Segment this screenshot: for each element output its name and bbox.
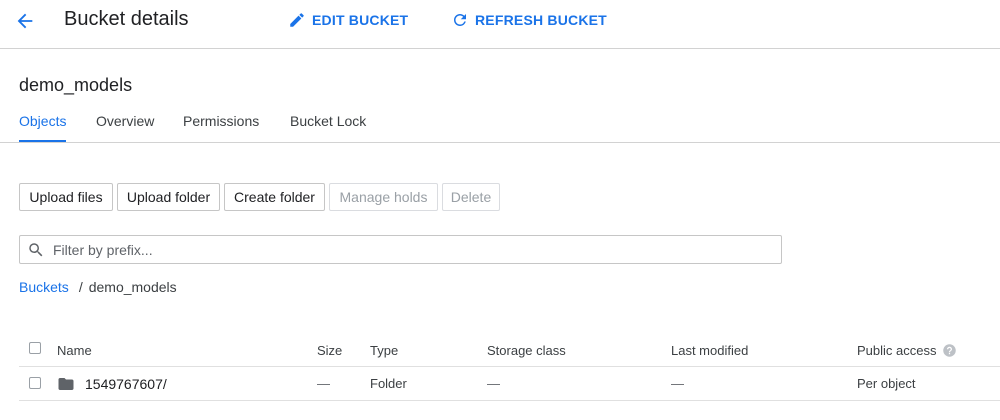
column-header-last-modified[interactable]: Last modified	[671, 343, 748, 358]
refresh-bucket-label: REFRESH BUCKET	[475, 12, 607, 28]
column-header-type[interactable]: Type	[370, 343, 398, 358]
breadcrumb-separator: /	[78, 279, 83, 295]
upload-folder-button[interactable]: Upload folder	[117, 183, 220, 211]
table-header-row: Name Size Type Storage class Last modifi…	[19, 332, 1000, 367]
public-access-cell: Per object	[857, 376, 916, 391]
edit-bucket-button[interactable]: EDIT BUCKET	[288, 10, 408, 30]
folder-icon	[58, 378, 74, 390]
breadcrumb-buckets-link[interactable]: Buckets	[19, 279, 69, 295]
breadcrumb: Buckets / demo_models	[19, 279, 177, 295]
last-modified-cell: —	[671, 376, 684, 391]
page-title: Bucket details	[64, 8, 189, 30]
pencil-icon	[290, 13, 304, 27]
filter-box	[19, 235, 782, 264]
size-cell: —	[317, 376, 330, 391]
delete-button[interactable]: Delete	[442, 183, 500, 211]
type-cell: Folder	[370, 376, 407, 391]
name-cell: 1549767607/	[57, 376, 167, 392]
tab-bucket-lock[interactable]: Bucket Lock	[290, 113, 366, 140]
refresh-icon	[454, 13, 466, 26]
tab-permissions[interactable]: Permissions	[183, 113, 259, 140]
edit-bucket-label: EDIT BUCKET	[312, 12, 409, 28]
top-app-bar: Bucket details EDIT BUCKET REFRESH BUCKE…	[0, 0, 1000, 49]
storage-class-cell: —	[487, 376, 500, 391]
manage-holds-button[interactable]: Manage holds	[329, 183, 438, 211]
row-checkbox[interactable]	[29, 377, 41, 389]
tab-overview[interactable]: Overview	[96, 113, 154, 140]
folder-name-link[interactable]: 1549767607/	[85, 376, 167, 392]
tab-objects[interactable]: Objects	[19, 113, 67, 142]
breadcrumb-current: demo_models	[88, 279, 177, 295]
table-row: 1549767607/ — Folder — — Per object	[19, 367, 1000, 401]
upload-files-button[interactable]: Upload files	[19, 183, 113, 211]
search-icon	[29, 242, 43, 256]
column-header-size[interactable]: Size	[317, 343, 342, 358]
column-header-name[interactable]: Name	[57, 343, 92, 358]
filter-input[interactable]	[51, 240, 755, 259]
bucket-name: demo_models	[19, 75, 133, 95]
objects-table: Name Size Type Storage class Last modifi…	[19, 332, 1000, 401]
column-header-storage-class[interactable]: Storage class	[487, 343, 566, 358]
select-all-checkbox[interactable]	[29, 342, 41, 354]
refresh-bucket-button[interactable]: REFRESH BUCKET	[451, 10, 607, 30]
help-icon[interactable]	[942, 343, 957, 358]
column-header-public-access-label: Public access	[857, 343, 937, 358]
arrow-back-icon	[17, 13, 33, 29]
create-folder-button[interactable]: Create folder	[224, 183, 325, 211]
back-button[interactable]	[10, 6, 40, 36]
tab-bar: Objects Overview Permissions Bucket Lock	[0, 108, 1000, 143]
column-header-public-access: Public access	[857, 343, 957, 358]
